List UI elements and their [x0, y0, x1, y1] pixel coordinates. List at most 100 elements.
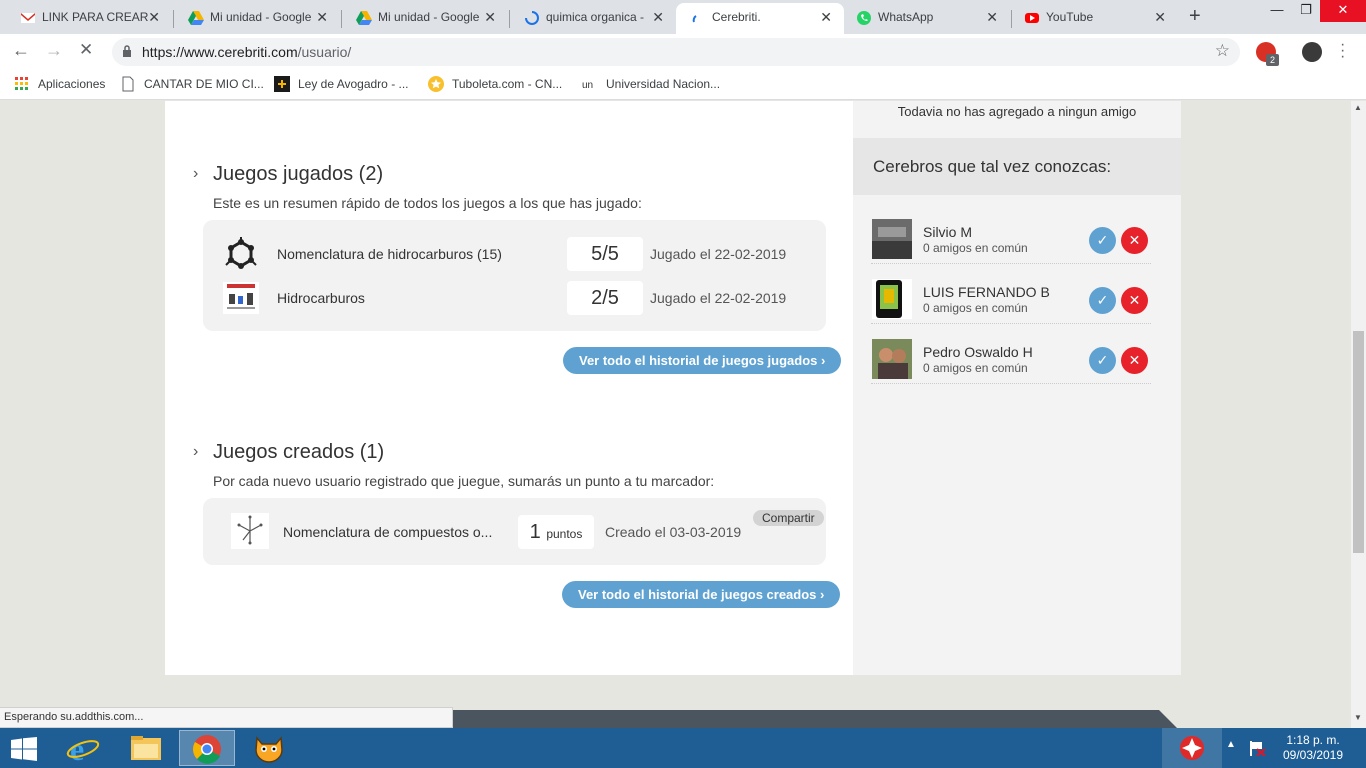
lock-icon [123, 45, 131, 57]
apps-grid-icon [15, 77, 28, 90]
site-icon [274, 76, 290, 92]
bookmarks-bar: Aplicaciones CANTAR DE MIO CI... Ley de … [0, 70, 1366, 100]
bookmark-cantar[interactable]: CANTAR DE MIO CI... [144, 77, 264, 91]
played-games-card: Nomenclatura de hidrocarburos (15) 5/5 J… [203, 220, 826, 331]
share-button[interactable]: Compartir [753, 510, 824, 526]
game-score: 2/5 [567, 281, 643, 315]
game-score: 5/5 [567, 237, 643, 271]
reject-x-icon[interactable]: ✕ [1121, 287, 1148, 314]
accept-check-icon[interactable]: ✓ [1089, 347, 1116, 374]
suggested-person: Pedro Oswaldo H 0 amigos en común ✓ ✕ [871, 324, 1151, 384]
mutual-friends: 0 amigos en común [923, 301, 1028, 315]
compound-structure-icon [231, 513, 269, 549]
game-date: Jugado el 22-02-2019 [650, 290, 787, 306]
avatar[interactable] [872, 339, 912, 379]
system-clock[interactable]: 1:18 p. m. 09/03/2019 [1278, 733, 1348, 763]
accept-check-icon[interactable]: ✓ [1089, 227, 1116, 254]
restore-icon[interactable]: ❐ [1292, 0, 1320, 22]
bookmark-avogadro[interactable]: Ley de Avogadro - ... [298, 77, 409, 91]
tab-drive-1[interactable]: Mi unidad - Google ✕ [174, 3, 340, 34]
game-points: 1 puntos [518, 515, 594, 549]
tab-gmail[interactable]: LINK PARA CREAR ✕ [6, 3, 172, 34]
created-history-button[interactable]: Ver todo el historial de juegos creados … [562, 581, 841, 608]
bookmark-universidad[interactable]: Universidad Nacion... [606, 77, 720, 91]
status-bar: Esperando su.addthis.com... [0, 707, 453, 728]
close-icon[interactable]: ✕ [1154, 3, 1166, 31]
forward-icon[interactable]: → [45, 40, 63, 61]
reject-x-icon[interactable]: ✕ [1121, 347, 1148, 374]
whatsapp-icon [857, 11, 871, 25]
person-name[interactable]: LUIS FERNANDO B [923, 284, 1050, 300]
stop-loading-icon[interactable]: ✕ [79, 40, 93, 60]
youtube-icon [1025, 13, 1039, 23]
tab-whatsapp[interactable]: WhatsApp ✕ [842, 3, 1010, 34]
game-name: Nomenclatura de compuestos o... [283, 524, 493, 540]
person-name[interactable]: Pedro Oswaldo H [923, 344, 1033, 360]
scratch-cat-icon[interactable] [241, 730, 297, 766]
chrome-icon [193, 735, 221, 764]
scroll-up-icon[interactable]: ▲ [1354, 103, 1362, 112]
game-name: Nomenclatura de hidrocarburos (15) [277, 246, 502, 262]
chrome-taskbar-item[interactable] [179, 730, 235, 766]
browser-toolbar: ← → ✕ https://www.cerebriti.com/usuario/… [0, 34, 1366, 70]
list-item[interactable]: Hidrocarburos 2/5 Jugado el 22-02-2019 [203, 278, 823, 318]
menu-dots-icon[interactable]: · · · [1340, 37, 1345, 65]
close-icon[interactable]: ✕ [316, 3, 328, 31]
avatar[interactable] [872, 279, 912, 319]
created-games-title: Juegos creados (1) [213, 441, 385, 463]
profile-avatar[interactable] [1302, 42, 1322, 62]
accept-check-icon[interactable]: ✓ [1089, 287, 1116, 314]
network-flag-icon[interactable] [1248, 740, 1266, 756]
loading-icon [692, 15, 697, 23]
bookmark-apps[interactable]: Aplicaciones [38, 77, 105, 91]
tab-youtube[interactable]: YouTube ✕ [1010, 3, 1178, 34]
tab-cerebriti[interactable]: Cerebriti. ✕ [676, 3, 844, 34]
played-games-title: Juegos jugados (2) [213, 163, 384, 185]
tab-drive-2[interactable]: Mi unidad - Google ✕ [342, 3, 508, 34]
person-name[interactable]: Silvio M [923, 224, 972, 240]
close-icon[interactable]: ✕ [820, 3, 832, 31]
scrollbar-thumb[interactable] [1353, 331, 1364, 553]
internet-explorer-icon[interactable]: e [56, 730, 112, 766]
sidebar: Todavia no has agregado a ningun amigo C… [853, 101, 1181, 675]
new-tab-button[interactable]: + [1189, 5, 1201, 28]
un-icon: un [582, 80, 593, 91]
scroll-down-icon[interactable]: ▼ [1354, 713, 1362, 722]
minimize-icon[interactable]: — [1262, 0, 1292, 22]
played-games-description: Este es un resumen rápido de todos los j… [213, 195, 642, 211]
avatar[interactable] [872, 219, 912, 259]
created-games-description: Por cada nuevo usuario registrado que ju… [213, 473, 715, 489]
windows-taskbar: e ▲ 1:18 p. m. 09/03/2019 [0, 728, 1366, 768]
footer-corner [1159, 710, 1177, 728]
back-icon[interactable]: ← [12, 40, 30, 61]
tray-expand-icon[interactable]: ▲ [1226, 739, 1236, 750]
game-date: Creado el 03-03-2019 [605, 524, 742, 540]
page-scrollbar[interactable]: ▲ ▼ [1351, 101, 1366, 728]
page-footer-bar [453, 710, 1159, 728]
mutual-friends: 0 amigos en común [923, 361, 1028, 375]
close-icon[interactable]: ✕ [986, 3, 998, 31]
close-icon[interactable]: ✕ [484, 3, 496, 31]
tray-app-area[interactable] [1162, 728, 1222, 768]
window-close-icon[interactable]: ✕ [1320, 0, 1366, 22]
drive-icon [188, 11, 204, 25]
bookmark-star-icon[interactable]: ☆ [1215, 41, 1230, 61]
address-bar[interactable]: https://www.cerebriti.com/usuario/ ☆ [112, 38, 1240, 66]
tab-quimica[interactable]: quimica organica - ✕ [510, 3, 676, 34]
list-item[interactable]: Nomenclatura de hidrocarburos (15) 5/5 J… [203, 234, 823, 274]
list-item[interactable]: Nomenclatura de compuestos o... 1 puntos… [203, 512, 823, 552]
close-icon[interactable]: ✕ [148, 3, 160, 31]
windows-start-icon[interactable] [10, 737, 38, 761]
suggested-person: LUIS FERNANDO B 0 amigos en común ✓ ✕ [871, 264, 1151, 324]
chevron-right-icon: › [193, 443, 199, 460]
star-site-icon [428, 76, 444, 92]
file-explorer-icon[interactable] [118, 730, 174, 766]
bookmark-tuboleta[interactable]: Tuboleta.com - CN... [452, 77, 562, 91]
no-friends-text: Todavia no has agregado a ningun amigo [897, 104, 1137, 119]
reject-x-icon[interactable]: ✕ [1121, 227, 1148, 254]
mutual-friends: 0 amigos en común [923, 241, 1028, 255]
close-icon[interactable]: ✕ [652, 3, 664, 31]
game-name: Hidrocarburos [277, 290, 365, 306]
suggestions-title: Cerebros que tal vez conozcas: [873, 157, 1112, 176]
played-history-button[interactable]: Ver todo el historial de juegos jugados … [563, 347, 842, 374]
